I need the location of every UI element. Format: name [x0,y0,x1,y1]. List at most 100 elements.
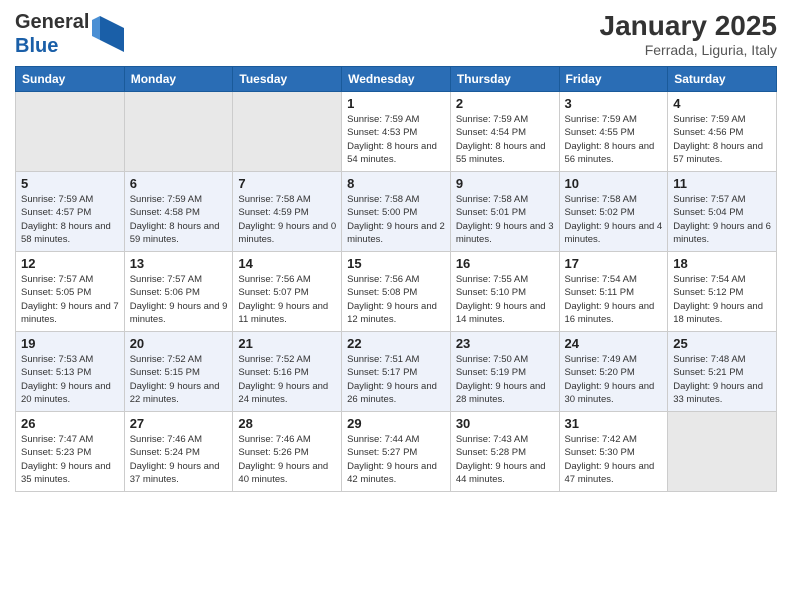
day-info: Sunrise: 7:59 AMSunset: 4:54 PMDaylight:… [456,113,554,166]
day-number: 3 [565,96,663,111]
calendar-cell: 12Sunrise: 7:57 AMSunset: 5:05 PMDayligh… [16,252,125,332]
calendar-cell: 6 Sunrise: 7:59 AMSunset: 4:58 PMDaylight… [124,172,233,252]
day-info: Sunrise: 7:55 AMSunset: 5:10 PMDaylight:… [456,273,554,326]
day-number: 13 [130,256,228,271]
day-info: Sunrise: 7:43 AMSunset: 5:28 PMDaylight:… [456,433,554,486]
calendar-cell: 14Sunrise: 7:56 AMSunset: 5:07 PMDayligh… [233,252,342,332]
day-info: Sunrise: 7:58 AMSunset: 5:02 PMDaylight:… [565,193,663,246]
day-number: 11 [673,176,771,191]
day-info: Sunrise: 7:59 AMSunset: 4:56 PMDaylight:… [673,113,771,166]
calendar-cell: 27Sunrise: 7:46 AMSunset: 5:24 PMDayligh… [124,412,233,492]
calendar-cell: 9 Sunrise: 7:58 AMSunset: 5:01 PMDaylight… [450,172,559,252]
day-info: Sunrise: 7:52 AMSunset: 5:16 PMDaylight:… [238,353,336,406]
calendar-cell: 21 Sunrise: 7:52 AMSunset: 5:16 PMDayligh… [233,332,342,412]
logo-blue: Blue [15,35,58,57]
day-number: 15 [347,256,445,271]
day-info: Sunrise: 7:58 AMSunset: 4:59 PMDaylight:… [238,193,336,246]
day-number: 19 [21,336,119,351]
day-number: 26 [21,416,119,431]
day-number: 31 [565,416,663,431]
week-row-5: 26 Sunrise: 7:47 AMSunset: 5:23 PMDayligh… [16,412,777,492]
header-tuesday: Tuesday [233,67,342,92]
calendar-cell: 24Sunrise: 7:49 AMSunset: 5:20 PMDayligh… [559,332,668,412]
calendar-cell: 22Sunrise: 7:51 AMSunset: 5:17 PMDayligh… [342,332,451,412]
day-info: Sunrise: 7:57 AMSunset: 5:06 PMDaylight:… [130,273,228,326]
day-number: 7 [238,176,336,191]
weekday-header-row: Sunday Monday Tuesday Wednesday Thursday… [16,67,777,92]
calendar-cell: 11 Sunrise: 7:57 AMSunset: 5:04 PMDayligh… [668,172,777,252]
calendar-cell: 28 Sunrise: 7:46 AMSunset: 5:26 PMDayligh… [233,412,342,492]
calendar-cell: 4 Sunrise: 7:59 AMSunset: 4:56 PMDaylight… [668,92,777,172]
day-info: Sunrise: 7:59 AMSunset: 4:57 PMDaylight:… [21,193,119,246]
header-friday: Friday [559,67,668,92]
day-number: 21 [238,336,336,351]
day-info: Sunrise: 7:59 AMSunset: 4:55 PMDaylight:… [565,113,663,166]
page: General Blue January 2025 Ferrada, Ligur… [0,0,792,612]
calendar-cell: 16 Sunrise: 7:55 AMSunset: 5:10 PMDayligh… [450,252,559,332]
calendar-cell [233,92,342,172]
calendar-cell: 17Sunrise: 7:54 AMSunset: 5:11 PMDayligh… [559,252,668,332]
day-info: Sunrise: 7:51 AMSunset: 5:17 PMDaylight:… [347,353,445,406]
day-number: 6 [130,176,228,191]
calendar-cell: 1 Sunrise: 7:59 AMSunset: 4:53 PMDaylight… [342,92,451,172]
calendar-cell [16,92,125,172]
header: General Blue January 2025 Ferrada, Ligur… [15,10,777,58]
calendar-cell: 8Sunrise: 7:58 AMSunset: 5:00 PMDaylight… [342,172,451,252]
calendar-cell: 30 Sunrise: 7:43 AMSunset: 5:28 PMDayligh… [450,412,559,492]
logo-icon [92,16,124,52]
day-number: 29 [347,416,445,431]
calendar-cell [668,412,777,492]
day-info: Sunrise: 7:54 AMSunset: 5:12 PMDaylight:… [673,273,771,326]
day-info: Sunrise: 7:59 AMSunset: 4:58 PMDaylight:… [130,193,228,246]
day-number: 27 [130,416,228,431]
logo-general: General [15,11,89,33]
location: Ferrada, Liguria, Italy [600,42,777,58]
header-thursday: Thursday [450,67,559,92]
day-info: Sunrise: 7:42 AMSunset: 5:30 PMDaylight:… [565,433,663,486]
day-number: 16 [456,256,554,271]
day-info: Sunrise: 7:54 AMSunset: 5:11 PMDaylight:… [565,273,663,326]
calendar-cell: 23 Sunrise: 7:50 AMSunset: 5:19 PMDayligh… [450,332,559,412]
calendar-cell: 10Sunrise: 7:58 AMSunset: 5:02 PMDayligh… [559,172,668,252]
week-row-2: 5 Sunrise: 7:59 AMSunset: 4:57 PMDaylight… [16,172,777,252]
calendar-table: Sunday Monday Tuesday Wednesday Thursday… [15,66,777,492]
day-info: Sunrise: 7:46 AMSunset: 5:26 PMDaylight:… [238,433,336,486]
day-info: Sunrise: 7:57 AMSunset: 5:05 PMDaylight:… [21,273,119,326]
logo-text: General Blue [15,10,89,58]
day-number: 25 [673,336,771,351]
calendar-cell: 29 Sunrise: 7:44 AMSunset: 5:27 PMDayligh… [342,412,451,492]
day-info: Sunrise: 7:44 AMSunset: 5:27 PMDaylight:… [347,433,445,486]
day-info: Sunrise: 7:59 AMSunset: 4:53 PMDaylight:… [347,113,445,166]
calendar-cell: 13 Sunrise: 7:57 AMSunset: 5:06 PMDayligh… [124,252,233,332]
day-number: 2 [456,96,554,111]
day-number: 1 [347,96,445,111]
title-block: January 2025 Ferrada, Liguria, Italy [600,10,777,58]
day-info: Sunrise: 7:47 AMSunset: 5:23 PMDaylight:… [21,433,119,486]
day-number: 4 [673,96,771,111]
day-number: 24 [565,336,663,351]
calendar-cell: 5 Sunrise: 7:59 AMSunset: 4:57 PMDaylight… [16,172,125,252]
day-number: 9 [456,176,554,191]
header-monday: Monday [124,67,233,92]
calendar-cell: 18 Sunrise: 7:54 AMSunset: 5:12 PMDayligh… [668,252,777,332]
logo: General Blue [15,10,124,58]
day-info: Sunrise: 7:57 AMSunset: 5:04 PMDaylight:… [673,193,771,246]
day-info: Sunrise: 7:58 AMSunset: 5:01 PMDaylight:… [456,193,554,246]
calendar-cell: 15 Sunrise: 7:56 AMSunset: 5:08 PMDayligh… [342,252,451,332]
week-row-3: 12Sunrise: 7:57 AMSunset: 5:05 PMDayligh… [16,252,777,332]
day-info: Sunrise: 7:56 AMSunset: 5:08 PMDaylight:… [347,273,445,326]
header-sunday: Sunday [16,67,125,92]
calendar-cell: 3 Sunrise: 7:59 AMSunset: 4:55 PMDaylight… [559,92,668,172]
day-number: 18 [673,256,771,271]
calendar-cell: 26 Sunrise: 7:47 AMSunset: 5:23 PMDayligh… [16,412,125,492]
day-number: 23 [456,336,554,351]
day-info: Sunrise: 7:50 AMSunset: 5:19 PMDaylight:… [456,353,554,406]
day-number: 30 [456,416,554,431]
day-info: Sunrise: 7:48 AMSunset: 5:21 PMDaylight:… [673,353,771,406]
day-number: 28 [238,416,336,431]
day-number: 5 [21,176,119,191]
calendar-cell: 19Sunrise: 7:53 AMSunset: 5:13 PMDayligh… [16,332,125,412]
calendar-cell: 25 Sunrise: 7:48 AMSunset: 5:21 PMDayligh… [668,332,777,412]
calendar-cell: 2 Sunrise: 7:59 AMSunset: 4:54 PMDaylight… [450,92,559,172]
day-info: Sunrise: 7:52 AMSunset: 5:15 PMDaylight:… [130,353,228,406]
